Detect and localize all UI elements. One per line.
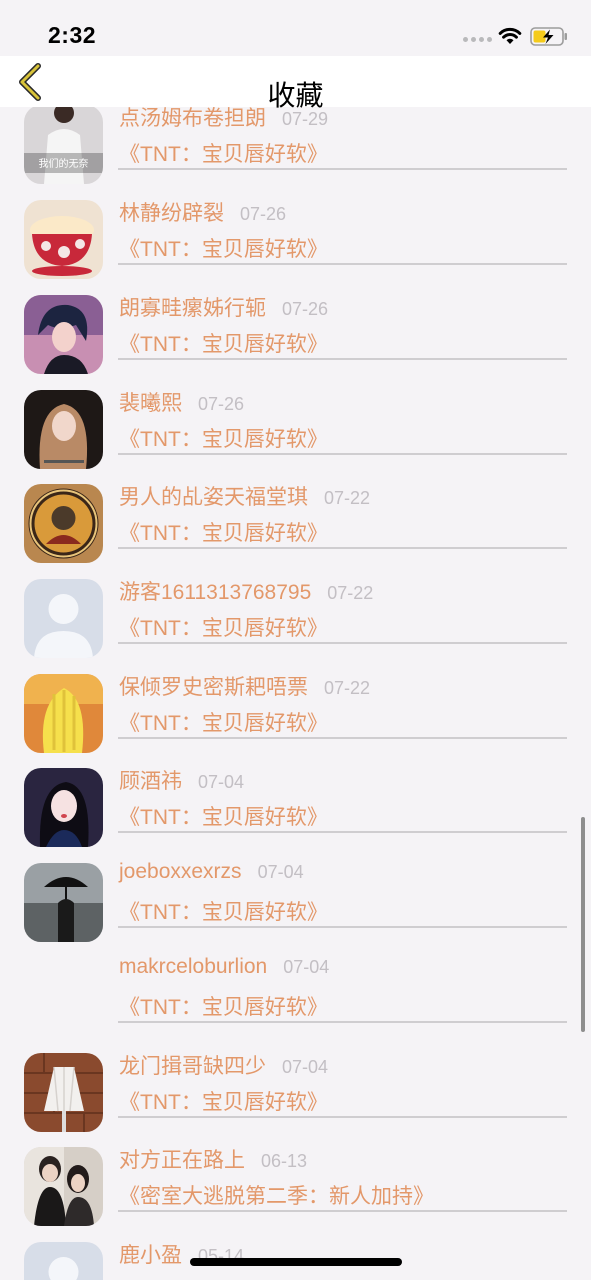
- favorite-work-title[interactable]: 《TNT：宝贝唇好软》: [119, 991, 328, 1021]
- favorite-work-title[interactable]: 《TNT：宝贝唇好软》: [119, 423, 328, 453]
- user-name: 龙门揖哥缺四少 07-04: [119, 1050, 328, 1080]
- favorite-date: 07-04: [283, 957, 330, 977]
- favorite-work-title[interactable]: 《TNT：宝贝唇好软》: [119, 707, 328, 737]
- favorite-work-title[interactable]: 《TNT：宝贝唇好软》: [119, 138, 328, 168]
- favorite-date: 07-22: [327, 583, 374, 603]
- list-item[interactable]: 男人的乩姿天福堂琪 07-22 《TNT：宝贝唇好软》: [0, 474, 591, 569]
- user-avatar[interactable]: [24, 1147, 103, 1226]
- user-avatar[interactable]: [24, 484, 103, 563]
- favorite-work-title[interactable]: 《TNT：宝贝唇好软》: [119, 801, 328, 831]
- favorite-date: 07-26: [198, 394, 245, 414]
- favorite-date: 06-13: [261, 1151, 308, 1171]
- status-bar: 2:32: [0, 0, 591, 56]
- list-item[interactable]: 保倾罗史密斯耙唔票 07-22 《TNT：宝贝唇好软》: [0, 664, 591, 759]
- divider: [118, 1210, 567, 1212]
- home-indicator[interactable]: [190, 1258, 402, 1266]
- favorite-work-title[interactable]: 《TNT：宝贝唇好软》: [119, 328, 328, 358]
- cellular-signal-icon: [463, 37, 492, 42]
- user-name-text: joeboxxexrzs: [119, 860, 242, 883]
- favorite-date: 07-04: [198, 772, 245, 792]
- user-avatar[interactable]: [24, 863, 103, 942]
- list-item[interactable]: 游客1611313768795 07-22 《TNT：宝贝唇好软》: [0, 569, 591, 664]
- user-avatar[interactable]: [24, 768, 103, 847]
- list-item[interactable]: 林静纷辟裂 07-26 《TNT：宝贝唇好软》: [0, 190, 591, 285]
- avatar-caption: 我们的无奈: [39, 157, 89, 170]
- list-item[interactable]: 龙门揖哥缺四少 07-04 《TNT：宝贝唇好软》: [0, 1043, 591, 1138]
- divider: [118, 168, 567, 170]
- user-name: 男人的乩姿天福堂琪 07-22: [119, 481, 370, 511]
- list-item[interactable]: 裴曦熙 07-26 《TNT：宝贝唇好软》: [0, 380, 591, 475]
- user-name-text: 鹿小盈: [119, 1244, 182, 1267]
- favorite-work-title[interactable]: 《密室大逃脱第二季：新人加持》: [119, 1180, 434, 1210]
- user-name: makrceloburlion 07-04: [119, 955, 329, 979]
- user-avatar[interactable]: [24, 674, 103, 753]
- list-item[interactable]: 顾酒祎 07-04 《TNT：宝贝唇好软》: [0, 758, 591, 853]
- list-item[interactable]: 对方正在路上 06-13 《密室大逃脱第二季：新人加持》: [0, 1137, 591, 1232]
- user-avatar[interactable]: [24, 1053, 103, 1132]
- favorite-work-title[interactable]: 《TNT：宝贝唇好软》: [119, 233, 328, 263]
- favorite-date: 07-04: [257, 862, 304, 882]
- user-avatar[interactable]: [24, 579, 103, 658]
- scrollbar[interactable]: [581, 817, 585, 1032]
- user-name-text: 龙门揖哥缺四少: [119, 1055, 266, 1078]
- favorite-date: 07-26: [282, 299, 329, 319]
- user-name-text: 游客1611313768795: [119, 581, 312, 604]
- user-name: 对方正在路上 06-13: [119, 1144, 307, 1174]
- user-name: 林静纷辟裂 07-26: [119, 197, 286, 227]
- divider: [118, 831, 567, 833]
- divider: [118, 263, 567, 265]
- divider: [118, 737, 567, 739]
- user-name-text: makrceloburlion: [119, 955, 268, 978]
- user-name-text: 顾酒祎: [119, 770, 182, 793]
- user-name: 游客1611313768795 07-22: [119, 576, 373, 606]
- user-name-text: 男人的乩姿天福堂琪: [119, 486, 308, 509]
- favorites-list[interactable]: 我们的无奈 点汤姆布卷担朗 07-29 《TNT：宝贝唇好软》 林静纷辟裂 07-2…: [0, 107, 591, 1280]
- divider: [118, 926, 567, 928]
- divider: [118, 642, 567, 644]
- user-name: joeboxxexrzs 07-04: [119, 860, 304, 884]
- navigation-bar: 收藏: [0, 56, 591, 111]
- favorite-date: 07-26: [240, 204, 287, 224]
- divider: [118, 1116, 567, 1118]
- list-item[interactable]: 朗寡畦瘰姊行轭 07-26 《TNT：宝贝唇好软》: [0, 285, 591, 380]
- divider: [118, 453, 567, 455]
- user-name: 朗寡畦瘰姊行轭 07-26: [119, 292, 328, 322]
- favorite-work-title[interactable]: 《TNT：宝贝唇好软》: [119, 612, 328, 642]
- wifi-icon: [498, 27, 522, 44]
- favorite-date: 07-22: [324, 488, 371, 508]
- user-avatar[interactable]: [24, 200, 103, 279]
- status-time: 2:32: [48, 22, 97, 48]
- favorite-date: 07-04: [282, 1057, 329, 1077]
- user-name-text: 保倾罗史密斯耙唔票: [119, 676, 308, 699]
- list-item[interactable]: makrceloburlion 07-04 《TNT：宝贝唇好软》: [0, 948, 591, 1043]
- user-name: 裴曦熙 07-26: [119, 387, 244, 417]
- favorite-date: 07-22: [324, 678, 371, 698]
- user-name: 顾酒祎 07-04: [119, 765, 244, 795]
- favorite-work-title[interactable]: 《TNT：宝贝唇好软》: [119, 1086, 328, 1116]
- list-item[interactable]: 我们的无奈 点汤姆布卷担朗 07-29 《TNT：宝贝唇好软》: [0, 107, 591, 190]
- user-name: 保倾罗史密斯耙唔票 07-22: [119, 671, 370, 701]
- divider: [118, 1021, 567, 1023]
- divider: [118, 547, 567, 549]
- favorite-work-title[interactable]: 《TNT：宝贝唇好软》: [119, 517, 328, 547]
- battery-charging-icon: [530, 27, 567, 46]
- list-item[interactable]: joeboxxexrzs 07-04 《TNT：宝贝唇好软》: [0, 853, 591, 948]
- user-avatar[interactable]: [24, 390, 103, 469]
- user-avatar[interactable]: [24, 295, 103, 374]
- user-name-text: 林静纷辟裂: [119, 202, 224, 225]
- user-avatar[interactable]: 我们的无奈: [24, 107, 103, 184]
- page-title: 收藏: [267, 80, 324, 111]
- user-avatar[interactable]: [24, 1242, 103, 1280]
- user-avatar[interactable]: [24, 958, 103, 1037]
- user-name-text: 裴曦熙: [119, 392, 182, 415]
- favorite-work-title[interactable]: 《TNT：宝贝唇好软》: [119, 896, 328, 926]
- list-item[interactable]: 鹿小盈 05-14: [0, 1232, 591, 1280]
- user-name-text: 对方正在路上: [119, 1149, 245, 1172]
- divider: [118, 358, 567, 360]
- user-name-text: 朗寡畦瘰姊行轭: [119, 297, 266, 320]
